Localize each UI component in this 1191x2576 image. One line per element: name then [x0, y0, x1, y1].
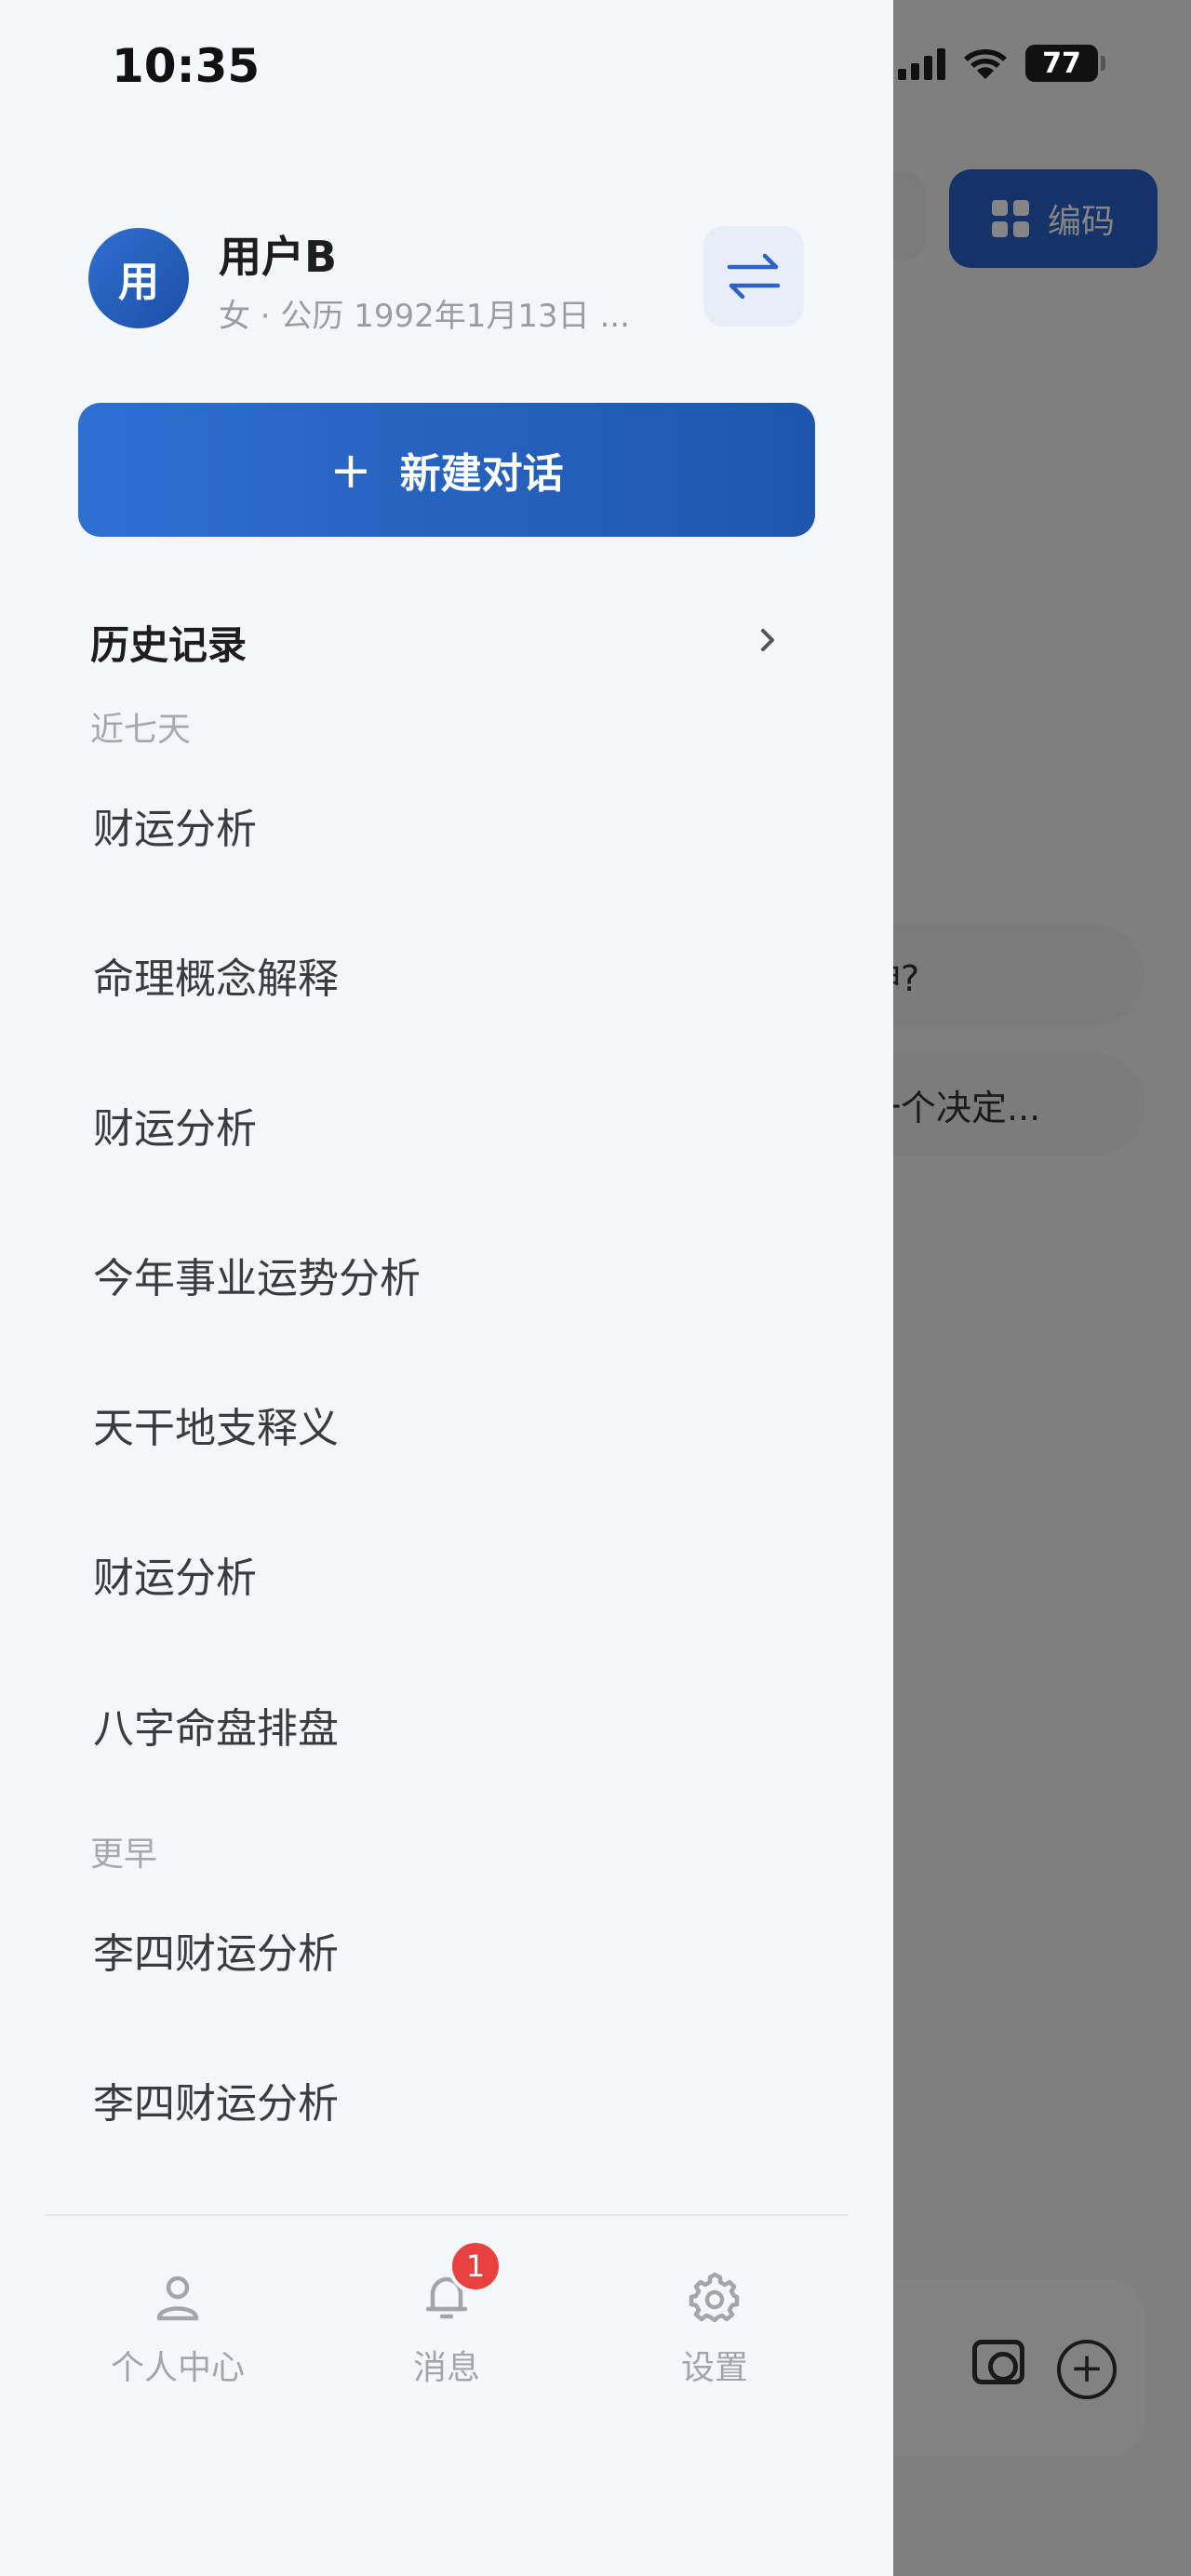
section-label-earlier: 更早 [90, 1835, 158, 1874]
history-item[interactable]: 财运分析 [93, 1544, 257, 1604]
history-item[interactable]: 李四财运分析 [93, 1920, 339, 1980]
switch-profile-button[interactable] [703, 226, 804, 327]
notification-badge: 1 [448, 2239, 502, 2293]
avatar: 用 [88, 228, 189, 328]
person-icon [156, 2276, 199, 2321]
status-time: 10:35 [112, 39, 261, 93]
nav-divider [45, 2214, 849, 2216]
new-chat-button[interactable]: + 新建对话 [78, 403, 815, 537]
user-name: 用户B [219, 232, 338, 282]
history-title[interactable]: 历史记录 [90, 614, 247, 671]
section-label-recent: 近七天 [90, 711, 192, 749]
history-item[interactable]: 财运分析 [93, 795, 257, 855]
history-item[interactable]: 李四财运分析 [93, 2070, 339, 2129]
nav-profile[interactable]: 个人中心 [85, 2270, 271, 2389]
history-item[interactable]: 今年事业运势分析 [93, 1245, 421, 1304]
chevron-right-icon[interactable] [754, 621, 782, 659]
status-icons: 77 [898, 45, 1105, 82]
nav-messages-label: 消息 [412, 2349, 480, 2387]
signal-icon [898, 47, 945, 80]
gear-icon [689, 2272, 740, 2323]
history-item[interactable]: 命理概念解释 [93, 945, 339, 1005]
history-item[interactable]: 财运分析 [93, 1095, 257, 1155]
wifi-icon [964, 49, 1007, 79]
nav-profile-label: 个人中心 [110, 2349, 245, 2387]
nav-settings-label: 设置 [680, 2349, 748, 2387]
history-item[interactable]: 天干地支释义 [93, 1395, 339, 1454]
battery-icon: 77 [1025, 45, 1105, 82]
user-birth-info: 女 · 公历 1992年1月13日 ... [219, 298, 630, 335]
new-chat-label: 新建对话 [399, 450, 564, 498]
nav-messages[interactable]: 消息 [354, 2270, 540, 2389]
history-item[interactable]: 八字命盘排盘 [93, 1695, 339, 1755]
side-drawer: 10:35 用 用户B 女 · 公历 1992年1月13日 ... + 新建对话… [0, 0, 893, 2576]
swap-arrows-icon [727, 253, 781, 300]
nav-settings[interactable]: 设置 [622, 2270, 808, 2389]
plus-icon: + [329, 440, 372, 500]
